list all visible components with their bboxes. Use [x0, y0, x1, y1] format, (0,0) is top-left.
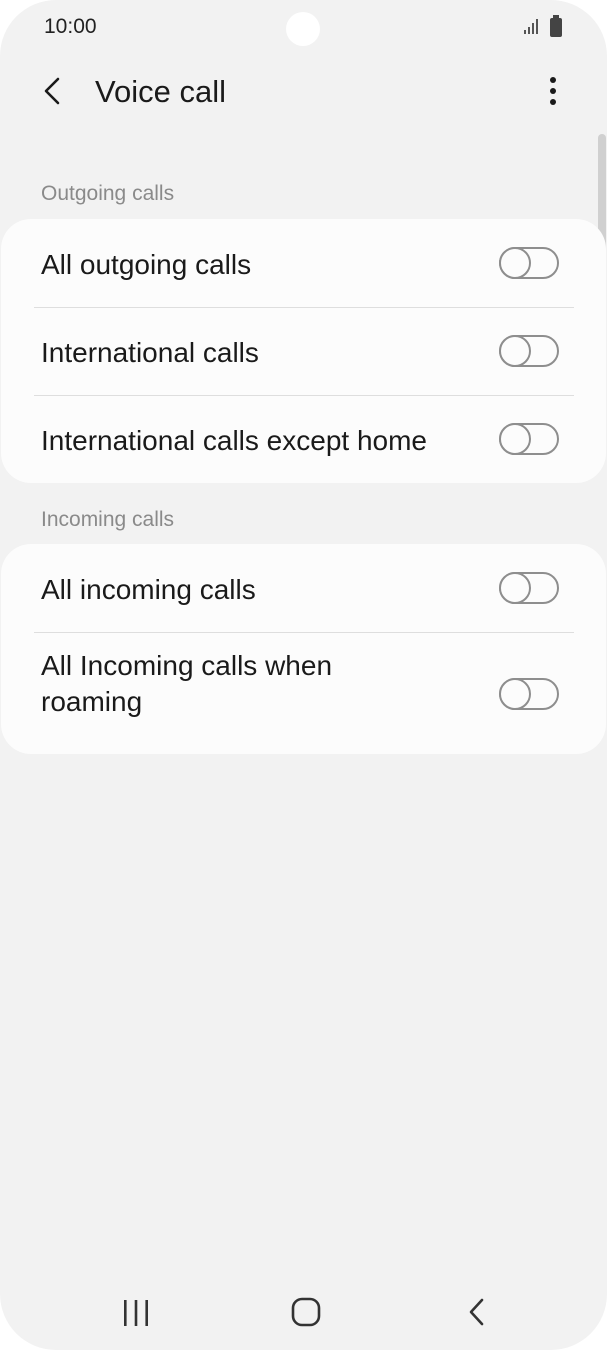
row-label: All Incoming calls when roaming	[41, 650, 333, 717]
row-label: All incoming calls	[41, 574, 256, 605]
toggle-switch[interactable]	[499, 572, 559, 604]
row-international-except-home[interactable]: International calls except home	[1, 395, 606, 483]
battery-icon	[550, 15, 562, 37]
nav-back-icon[interactable]	[460, 1294, 496, 1330]
signal-icon	[524, 19, 538, 34]
row-all-incoming-calls[interactable]: All incoming calls	[1, 544, 606, 632]
toggle-knob	[499, 335, 531, 367]
section-header-outgoing: Outgoing calls	[41, 182, 175, 205]
status-time: 10:00	[44, 15, 97, 38]
row-label: All outgoing calls	[41, 249, 252, 280]
row-label: International calls	[41, 337, 259, 368]
section-header-incoming: Incoming calls	[41, 508, 175, 531]
recent-apps-icon[interactable]	[118, 1296, 154, 1330]
row-label: International calls except home	[41, 425, 427, 456]
outgoing-calls-card: All outgoing calls International calls I…	[1, 219, 606, 483]
app-bar: Voice call	[0, 60, 607, 124]
row-international-calls[interactable]: International calls	[1, 307, 606, 395]
toggle-knob	[499, 247, 531, 279]
toggle-knob	[499, 423, 531, 455]
toggle-switch[interactable]	[499, 247, 559, 279]
back-arrow-icon[interactable]	[36, 74, 70, 108]
more-options-icon[interactable]	[536, 74, 570, 108]
row-incoming-roaming[interactable]: All Incoming calls when roaming	[1, 632, 606, 754]
status-bar: 10:00	[0, 0, 607, 56]
toggle-switch[interactable]	[499, 423, 559, 455]
toggle-switch[interactable]	[499, 335, 559, 367]
phone-screen: 10:00 Voice call Outgoing calls All outg…	[0, 0, 607, 1350]
home-icon[interactable]	[288, 1294, 324, 1330]
row-all-outgoing-calls[interactable]: All outgoing calls	[1, 219, 606, 307]
toggle-switch[interactable]	[499, 678, 559, 710]
toggle-knob	[499, 678, 531, 710]
camera-cutout	[286, 12, 320, 46]
page-title: Voice call	[95, 74, 226, 109]
toggle-knob	[499, 572, 531, 604]
incoming-calls-card: All incoming calls All Incoming calls wh…	[1, 544, 606, 754]
navigation-bar	[0, 1270, 607, 1350]
